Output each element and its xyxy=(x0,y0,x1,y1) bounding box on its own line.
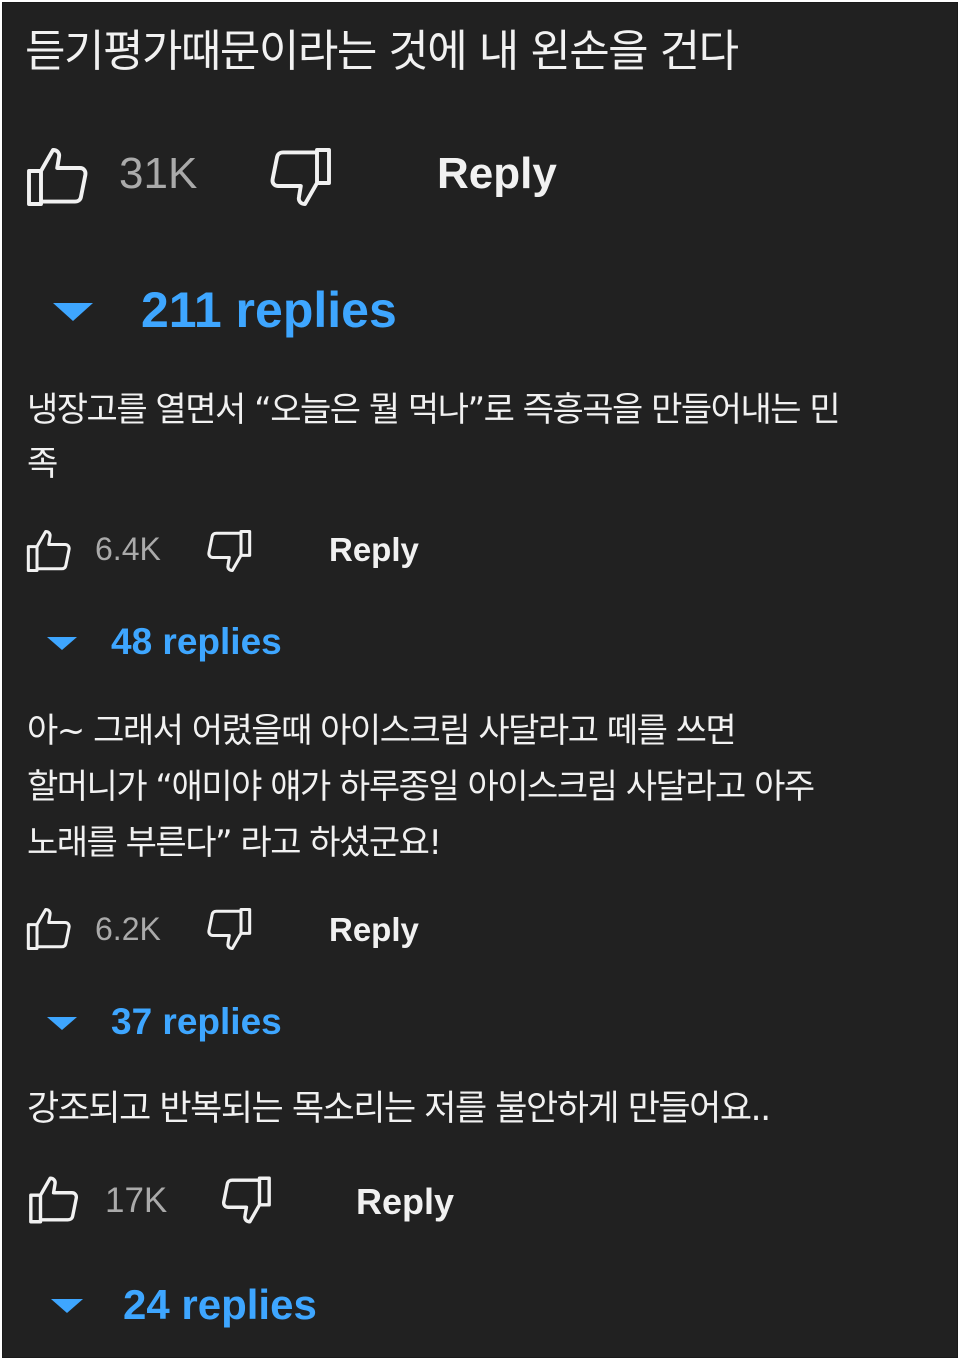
replies-count: 37 replies xyxy=(111,1001,282,1042)
comment-text: 듣기평가때문이라는 것에 내 왼손을 건다 xyxy=(25,26,739,77)
view-replies-toggle[interactable]: 211 replies xyxy=(3,275,503,345)
thumbs-up-icon xyxy=(26,907,71,951)
reply-button[interactable]: Reply xyxy=(437,149,557,199)
dislike-button[interactable] xyxy=(201,525,255,577)
like-button[interactable] xyxy=(21,141,97,213)
reply-button[interactable]: Reply xyxy=(329,531,419,569)
like-button[interactable] xyxy=(23,903,77,955)
triangle-down-icon xyxy=(51,1299,83,1313)
dislike-button[interactable] xyxy=(215,1171,275,1229)
replies-count: 24 replies xyxy=(123,1281,317,1328)
thumbs-up-icon xyxy=(27,148,88,206)
dislike-button[interactable] xyxy=(261,141,337,213)
like-count: 17K xyxy=(105,1181,168,1220)
view-replies-toggle[interactable]: 37 replies xyxy=(3,995,403,1051)
comment-actions: 6.2K Reply xyxy=(3,901,959,981)
reply-button[interactable]: Reply xyxy=(329,911,419,949)
comment-text: 냉장고를 열면서 “오늘은 뭘 먹나”로 즉흥곡을 만들어내는 민 족 xyxy=(27,390,841,484)
comment-text: 강조되고 반복되는 목소리는 저를 불안하게 만들어요.. xyxy=(27,1089,771,1129)
thumbs-down-icon xyxy=(207,907,252,951)
replies-count: 48 replies xyxy=(111,621,282,662)
like-count: 31K xyxy=(119,149,198,198)
thumbs-down-icon xyxy=(270,148,331,206)
comment-actions: 31K Reply xyxy=(3,141,959,221)
thumbs-up-icon xyxy=(29,1176,79,1224)
comment-actions: 17K Reply xyxy=(3,1169,959,1249)
triangle-down-icon xyxy=(53,303,93,321)
thumbs-up-icon xyxy=(26,529,71,573)
like-button[interactable] xyxy=(23,525,77,577)
view-replies-toggle[interactable]: 48 replies xyxy=(3,615,403,671)
dislike-button[interactable] xyxy=(201,903,255,955)
like-count: 6.2K xyxy=(95,911,161,947)
triangle-down-icon xyxy=(47,637,77,650)
comment-text: 아~ 그래서 어렸을때 아이스크림 사달라고 떼를 쓰면 할머니가 “애미야 얘… xyxy=(27,711,815,863)
like-button[interactable] xyxy=(25,1171,85,1229)
comment-actions: 6.4K Reply xyxy=(3,523,959,603)
triangle-down-icon xyxy=(47,1017,77,1030)
like-count: 6.4K xyxy=(95,531,161,567)
comments-panel: 듣기평가때문이라는 것에 내 왼손을 건다 31K Reply 211 repl… xyxy=(2,2,958,1358)
thumbs-down-icon xyxy=(207,529,252,573)
view-replies-toggle[interactable]: 24 replies xyxy=(3,1275,423,1337)
reply-button[interactable]: Reply xyxy=(356,1181,454,1223)
replies-count: 211 replies xyxy=(141,282,397,338)
thumbs-down-icon xyxy=(221,1176,271,1224)
